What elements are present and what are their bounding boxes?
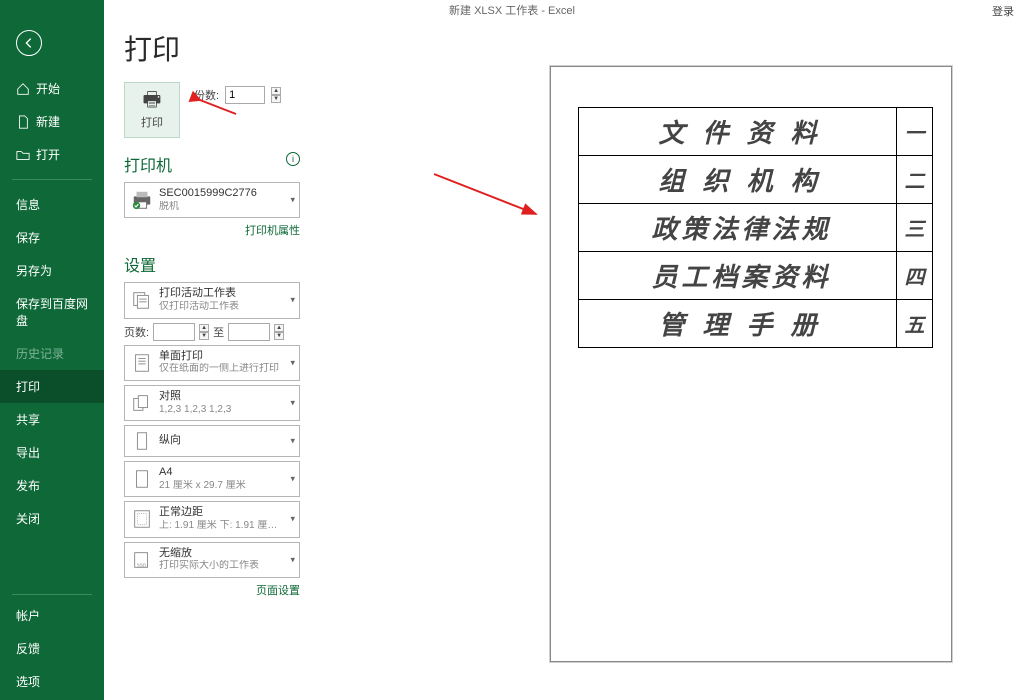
page-from-input[interactable] [153,323,195,341]
back-button[interactable] [16,30,42,56]
row-number: 二 [897,156,933,204]
row-number: 一 [897,108,933,156]
info-icon[interactable]: i [286,152,300,166]
row-label: 员工档案资料 [579,252,897,300]
sheets-icon [131,289,153,311]
collate-icon [131,392,153,414]
printer-section-title: 打印机 i [124,152,300,176]
printer-status: 脱机 [159,201,257,214]
collate-dropdown[interactable]: 对照 1,2,3 1,2,3 1,2,3 [124,385,300,421]
nav-print[interactable]: 打印 [0,370,104,403]
paper-dropdown[interactable]: A4 21 厘米 x 29.7 厘米 [124,461,300,497]
nav-share[interactable]: 共享 [0,403,104,436]
nav-open[interactable]: 打开 [0,138,104,171]
nav-account[interactable]: 帐户 [0,599,104,632]
page-from-spinner[interactable]: ▲▼ [199,324,209,340]
page-to-input[interactable] [228,323,270,341]
home-icon [16,82,30,96]
page-to-spinner[interactable]: ▲▼ [274,324,284,340]
nav-options[interactable]: 选项 [0,665,104,698]
table-row: 文件资料一 [579,108,933,156]
window-title: 新建 XLSX 工作表 - Excel [449,2,575,18]
svg-text:100: 100 [137,563,146,569]
folder-open-icon [16,148,30,162]
row-number: 三 [897,204,933,252]
annotation-arrow-2 [430,170,540,220]
paper-icon [131,468,153,490]
settings-section-title: 设置 [124,252,300,276]
backstage-sidebar: 开始 新建 打开 信息 保存 另存为 保存到百度网盘 历史记录 打印 共享 导出… [0,0,104,700]
arrow-left-icon [22,36,36,50]
table-row: 管理手册五 [579,300,933,348]
scaling-icon: 100 [131,549,153,571]
row-label: 管理手册 [579,300,897,348]
copies-spinner[interactable]: ▲▼ [271,87,281,103]
nav-publish[interactable]: 发布 [0,469,104,502]
orientation-dropdown[interactable]: 纵向 [124,425,300,457]
nav-feedback[interactable]: 反馈 [0,632,104,665]
table-row: 政策法律法规三 [579,204,933,252]
nav-home[interactable]: 开始 [0,72,104,105]
login-link[interactable]: 登录 [992,3,1014,19]
print-panel: 打印 🖶 打印 份数: ▲▼ 打印机 i SEC0015999C2776 脱机 … [104,18,314,698]
page-range: 页数: ▲▼ 至 ▲▼ [124,323,300,341]
scaling-dropdown[interactable]: 100 无缩放 打印实际大小的工作表 [124,542,300,578]
portrait-icon [131,430,153,452]
nav-history: 历史记录 [0,337,104,370]
print-button[interactable]: 🖶 打印 [124,82,180,138]
nav-saveas[interactable]: 另存为 [0,254,104,287]
printer-icon: 🖶 [143,90,162,110]
preview-table: 文件资料一组织机构二政策法律法规三员工档案资料四管理手册五 [578,107,933,348]
sides-dropdown[interactable]: 单面打印 仅在纸面的一侧上进行打印 [124,345,300,381]
annotation-arrow-1 [196,96,236,116]
printer-device-icon [131,189,153,211]
printer-name: SEC0015999C2776 [159,187,257,201]
nav-separator [12,179,92,180]
printer-dropdown[interactable]: SEC0015999C2776 脱机 [124,182,300,218]
nav-close[interactable]: 关闭 [0,502,104,535]
nav-export[interactable]: 导出 [0,436,104,469]
title-bar: 新建 XLSX 工作表 - Excel 登录 [0,0,1024,20]
margins-dropdown[interactable]: 正常边距 上: 1.91 厘米 下: 1.91 厘… [124,501,300,537]
row-label: 政策法律法规 [579,204,897,252]
page-setup-link[interactable]: 页面设置 [124,582,300,598]
row-number: 五 [897,300,933,348]
print-preview: 文件资料一组织机构二政策法律法规三员工档案资料四管理手册五 [550,66,952,662]
single-side-icon [131,352,153,374]
nav-info[interactable]: 信息 [0,188,104,221]
nav-save-baidu[interactable]: 保存到百度网盘 [0,287,104,337]
table-row: 员工档案资料四 [579,252,933,300]
nav-save[interactable]: 保存 [0,221,104,254]
printer-properties-link[interactable]: 打印机属性 [124,222,300,238]
row-label: 文件资料 [579,108,897,156]
row-label: 组织机构 [579,156,897,204]
table-row: 组织机构二 [579,156,933,204]
margins-icon [131,508,153,530]
file-icon [16,115,30,129]
nav-separator-bottom [12,594,92,595]
nav-new[interactable]: 新建 [0,105,104,138]
page-title: 打印 [124,28,300,68]
row-number: 四 [897,252,933,300]
print-scope-dropdown[interactable]: 打印活动工作表 仅打印活动工作表 [124,282,300,318]
